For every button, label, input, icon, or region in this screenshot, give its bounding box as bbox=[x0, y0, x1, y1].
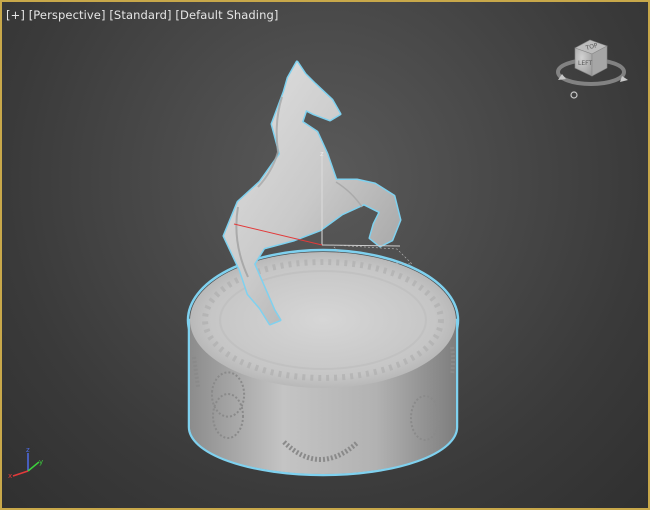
world-y-label: y bbox=[39, 458, 43, 466]
world-z-label: z bbox=[26, 446, 30, 454]
viewcube-home-icon[interactable] bbox=[570, 91, 578, 99]
viewcube[interactable]: LEFT TOP bbox=[556, 39, 628, 99]
gizmo-z-label: z bbox=[320, 150, 324, 158]
world-x-label: x bbox=[8, 472, 12, 480]
viewcube-face-label: LEFT bbox=[578, 60, 592, 67]
pedestal-top bbox=[190, 252, 456, 388]
perspective-viewport[interactable]: [+] [Perspective] [Standard] [Default Sh… bbox=[0, 0, 650, 510]
pedestal-object[interactable] bbox=[186, 248, 460, 477]
scene-canvas[interactable]: LEFT TOP z z x y bbox=[2, 2, 648, 508]
world-axis-tripod: z x y bbox=[8, 446, 43, 480]
